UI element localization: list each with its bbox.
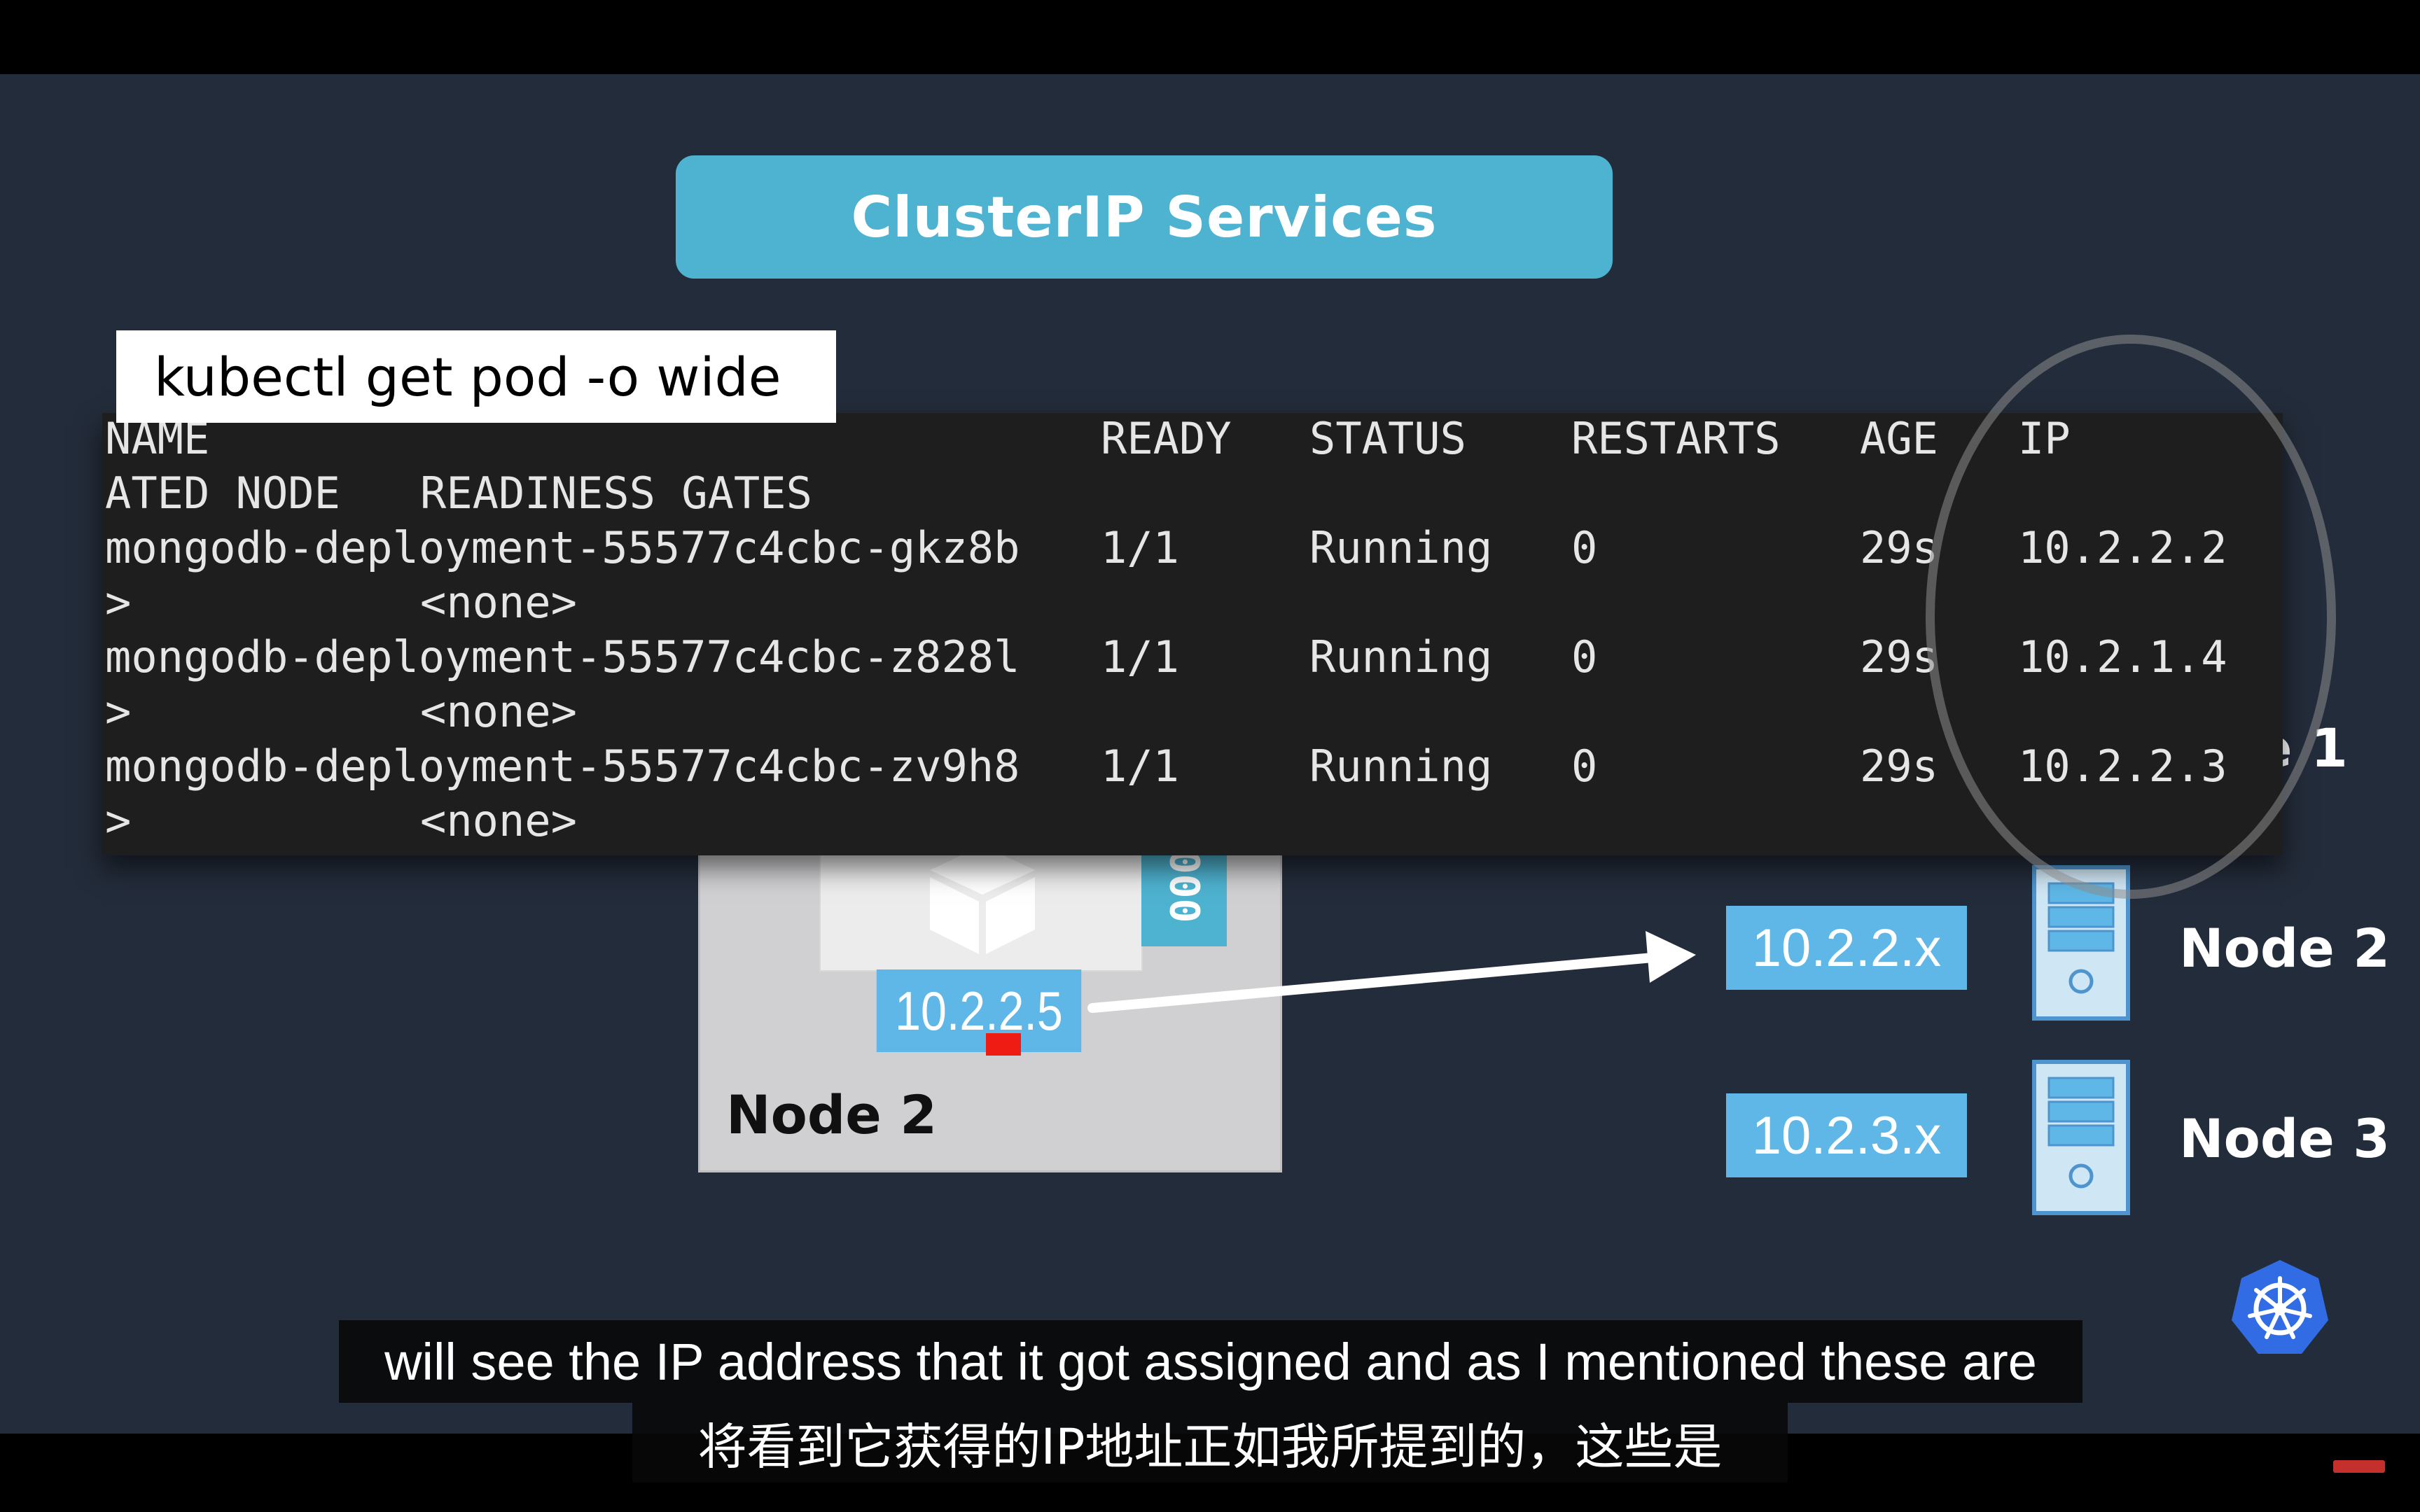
pod-restarts: 0 xyxy=(1571,522,1598,573)
col-ready-header: READY xyxy=(1101,413,1232,464)
col-nominated-node-header: ATED NODE xyxy=(105,468,340,519)
subscribe-watermark[interactable] xyxy=(2333,1460,2385,1473)
pod-status: Running xyxy=(1309,741,1493,792)
pod-ready: 1/1 xyxy=(1101,631,1179,682)
pod-ready: 1/1 xyxy=(1101,741,1179,792)
node2-label: Node 2 xyxy=(2179,917,2391,979)
wrap-prefix: > xyxy=(105,795,132,846)
pod-age: 29s xyxy=(1860,522,1938,573)
server-icon xyxy=(2032,1060,2130,1215)
pod-age: 29s xyxy=(1860,741,1938,792)
pod-name: mongodb-deployment-55577c4cbc-gkz8b xyxy=(105,522,1020,573)
pod-name: mongodb-deployment-55577c4cbc-zv9h8 xyxy=(105,741,1020,792)
col-readiness-gates-header: READINESS GATES xyxy=(420,468,812,519)
node3-label: Node 3 xyxy=(2179,1107,2391,1170)
pod-restarts: 0 xyxy=(1571,631,1598,682)
command-label: kubectl get pod -o wide xyxy=(116,330,836,423)
pod-ready: 1/1 xyxy=(1101,522,1179,573)
wrap-prefix: > xyxy=(105,686,132,737)
pod-readiness-gates: <none> xyxy=(420,795,577,846)
pod-readiness-gates: <none> xyxy=(420,686,577,737)
subtitle-english: will see the IP address that it got assi… xyxy=(339,1320,2082,1403)
col-age-header: AGE xyxy=(1860,413,1938,464)
kubernetes-logo-icon xyxy=(2232,1260,2328,1354)
node2-subnet-box: 10.2.2.x xyxy=(1726,906,1967,990)
col-status-header: STATUS xyxy=(1309,413,1466,464)
subtitle-chinese: 将看到它获得的IP地址正如我所提到的，这些是 xyxy=(632,1403,1788,1483)
pod-status: Running xyxy=(1309,522,1493,573)
col-restarts-header: RESTARTS xyxy=(1571,413,1781,464)
pod-name: mongodb-deployment-55577c4cbc-z828l xyxy=(105,631,1020,682)
node3-subnet-box: 10.2.3.x xyxy=(1726,1093,1967,1177)
pod-status: Running xyxy=(1309,631,1493,682)
pod-readiness-gates: <none> xyxy=(420,577,577,628)
pod-restarts: 0 xyxy=(1571,741,1598,792)
wrap-prefix: > xyxy=(105,577,132,628)
ip-column-highlight xyxy=(1926,335,2336,899)
table-row-continued: > <none> xyxy=(102,795,2283,850)
